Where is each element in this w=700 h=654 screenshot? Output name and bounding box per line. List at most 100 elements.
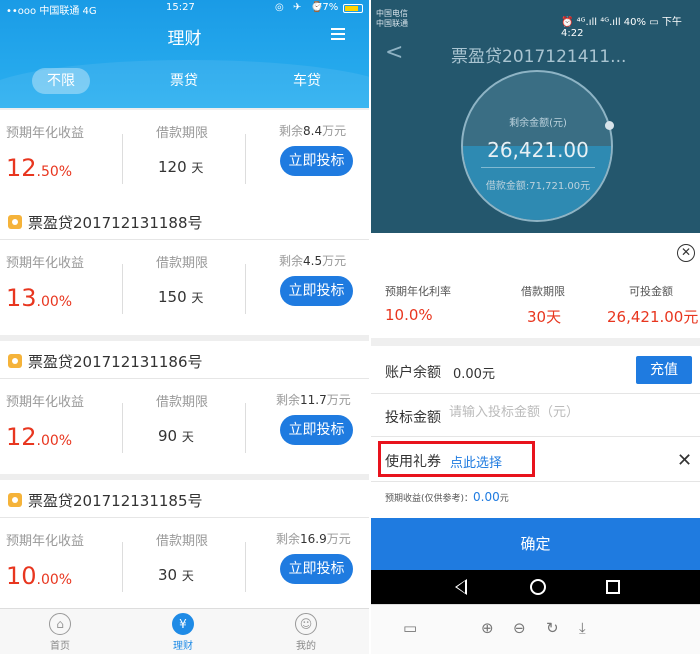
tabbar-item-finance[interactable]: ¥ 理财: [153, 613, 213, 652]
left-screen: ••ooo 中国联通 4G 15:27 ◎ ✈ ⌚ 77% 理财 不限 票贷 车…: [0, 0, 369, 654]
loan-header: 中国电信 中国联通 ⏰ ⁴ᴳ.ıll ⁴ᴳ.ıll 40% ▭ 下午4:22 <…: [371, 0, 700, 233]
circle-divider: [481, 167, 595, 168]
stat-rate-value: 10.0%: [385, 306, 433, 324]
coupon-highlight-box: [378, 441, 535, 477]
tab-unlimited[interactable]: 不限: [32, 68, 90, 94]
invest-button[interactable]: 立即投标: [280, 554, 353, 584]
right-screen: 中国电信 中国联通 ⏰ ⁴ᴳ.ıll ⁴ᴳ.ıll 40% ▭ 下午4:22 <…: [371, 0, 700, 654]
invest-button[interactable]: 立即投标: [280, 276, 353, 306]
menu-icon[interactable]: [331, 28, 345, 40]
term-label: 借款期限: [156, 395, 209, 410]
product-card[interactable]: 票盈贷201712131185号 预期年化收益 借款期限 剩余16.9万元 10…: [0, 480, 369, 613]
status-right: ⏰ ⁴ᴳ.ıll ⁴ᴳ.ıll 40% ▭ 下午4:22: [561, 17, 682, 39]
tab-bill-loan[interactable]: 票贷: [170, 70, 198, 90]
layout-icon[interactable]: ▭: [403, 619, 417, 637]
product-name: 票盈贷201712131188号: [28, 214, 203, 232]
rate-label: 预期年化收益: [6, 395, 85, 410]
term-value: 30 天: [158, 566, 194, 584]
product-body: 预期年化收益 借款期限 剩余4.5万元 13.00% 150 天 立即投标: [0, 240, 369, 335]
balance-label: 账户余额: [385, 365, 441, 381]
divider: [245, 403, 246, 453]
battery-percent: 77%: [316, 2, 339, 13]
product-card: 预期年化收益 借款期限 剩余8.4万元 12.50% 120 天 立即投标: [0, 110, 369, 205]
product-head: 票盈贷201712131185号: [0, 480, 369, 518]
divider: [122, 403, 123, 453]
ticket-icon: [8, 493, 22, 507]
tabbar-label: 首页: [50, 641, 70, 652]
stat-available-value: 26,421.00元: [607, 308, 699, 326]
status-bar: ••ooo 中国联通 4G 15:27 ◎ ✈ ⌚ 77%: [0, 0, 369, 17]
amount-label: 投标金额: [385, 410, 441, 426]
divider: [371, 481, 700, 482]
product-body: 预期年化收益 借款期限 剩余8.4万元 12.50% 120 天 立即投标: [0, 110, 369, 205]
rate-value: 12.50%: [6, 154, 73, 182]
battery-icon: [343, 4, 363, 13]
remain-circle: 剩余金额(元) 26,421.00 借款金额:71,721.00元: [461, 70, 613, 222]
product-card[interactable]: 票盈贷201712131186号 预期年化收益 借款期限 剩余11.7万元 12…: [0, 341, 369, 474]
divider: [371, 436, 700, 437]
rate-label: 预期年化收益: [6, 534, 85, 549]
loan-title: 票盈贷2017121411...: [451, 47, 627, 67]
zoom-out-icon[interactable]: ⊖: [513, 619, 526, 637]
back-icon[interactable]: <: [385, 40, 403, 65]
amount-input[interactable]: [449, 405, 679, 420]
term-label: 借款期限: [156, 534, 209, 549]
nav-back-icon[interactable]: [455, 579, 467, 595]
user-icon: ☺: [295, 613, 317, 635]
ticket-icon: [8, 215, 22, 229]
confirm-button[interactable]: 确定: [371, 518, 700, 570]
carrier: ••ooo 中国联通 4G: [6, 6, 97, 17]
term-value: 150 天: [158, 288, 204, 306]
product-card[interactable]: 票盈贷201712131188号 预期年化收益 借款期限 剩余4.5万元 13.…: [0, 202, 369, 335]
remain-label: 剩余金额(元): [509, 118, 567, 129]
home-icon: ⌂: [49, 613, 71, 635]
page-title: 理财: [167, 29, 202, 49]
status-time: 15:27: [166, 2, 195, 13]
product-name: 票盈贷201712131185号: [28, 492, 203, 510]
remain-text: 剩余4.5万元: [279, 254, 347, 268]
product-head: 票盈贷201712131188号: [0, 202, 369, 240]
download-icon[interactable]: ⤓: [579, 619, 586, 637]
divider: [371, 393, 700, 394]
nav-recent-icon[interactable]: [606, 580, 620, 594]
stat-rate-label: 预期年化利率: [385, 285, 451, 298]
loan-amount: 借款金额:71,721.00元: [485, 181, 591, 192]
divider: [245, 542, 246, 592]
tabbar-label: 理财: [173, 641, 193, 652]
status-carriers: 中国电信 中国联通: [376, 9, 408, 28]
divider: [245, 134, 246, 184]
header: ••ooo 中国联通 4G 15:27 ◎ ✈ ⌚ 77% 理财 不限 票贷 车…: [0, 0, 369, 108]
rate-value: 13.00%: [6, 284, 73, 312]
divider: [245, 264, 246, 314]
close-icon[interactable]: ✕: [677, 244, 695, 262]
tabbar-item-home[interactable]: ⌂ 首页: [30, 613, 90, 652]
tab-car-loan[interactable]: 车贷: [293, 70, 321, 90]
invest-button[interactable]: 立即投标: [280, 415, 353, 445]
product-head: 票盈贷201712131186号: [0, 341, 369, 379]
viewer-toolbar: ▭ ⊕ ⊖ ↻ ⤓: [371, 604, 700, 654]
progress-dot: [605, 121, 614, 130]
product-body: 预期年化收益 借款期限 剩余16.9万元 10.00% 30 天 立即投标: [0, 518, 369, 613]
product-name: 票盈贷201712131186号: [28, 353, 203, 371]
zoom-in-icon[interactable]: ⊕: [481, 619, 494, 637]
ticket-icon: [8, 354, 22, 368]
invest-button[interactable]: 立即投标: [280, 146, 353, 176]
expected-income: 预期收益(仅供参考)：0.00元: [385, 490, 509, 504]
recharge-button[interactable]: 充值: [636, 356, 692, 384]
tab-bar: ⌂ 首页 ¥ 理财 ☺ 我的: [0, 608, 369, 654]
balance-value: 0.00元: [453, 367, 495, 382]
term-value: 90 天: [158, 427, 194, 445]
divider: [122, 542, 123, 592]
divider: [122, 134, 123, 184]
stat-term-label: 借款期限: [521, 285, 565, 298]
term-label: 借款期限: [156, 126, 209, 141]
product-body: 预期年化收益 借款期限 剩余11.7万元 12.00% 90 天 立即投标: [0, 379, 369, 474]
divider: [371, 338, 700, 346]
rotate-icon[interactable]: ↻: [546, 619, 559, 637]
nav-home-icon[interactable]: [530, 579, 546, 595]
tabbar-label: 我的: [296, 641, 316, 652]
tabbar-item-mine[interactable]: ☺ 我的: [276, 613, 336, 652]
clear-icon[interactable]: ✕: [677, 450, 692, 471]
term-label: 借款期限: [156, 256, 209, 271]
remain-text: 剩余8.4万元: [279, 124, 347, 138]
